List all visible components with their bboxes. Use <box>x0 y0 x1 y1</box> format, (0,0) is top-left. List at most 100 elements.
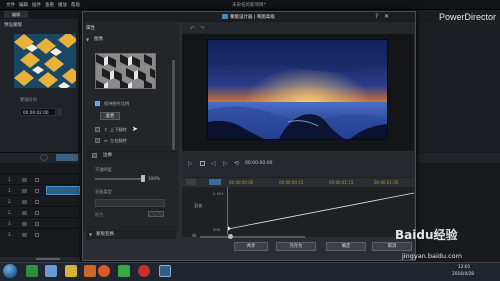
cancel-button[interactable]: 取消 <box>372 242 412 251</box>
ruler-tick-label: 00:00:01:15 <box>329 180 354 185</box>
feather-checkbox[interactable] <box>92 153 97 158</box>
video-track-icon[interactable] <box>22 178 27 182</box>
reset-button[interactable]: 重置 <box>100 112 120 120</box>
timecode-display[interactable]: 00:00:00:00 <box>245 161 272 166</box>
opacity-label: 不透明度 <box>95 167 112 172</box>
video-track-icon[interactable] <box>22 211 27 215</box>
menu-item-edit[interactable]: 编辑 <box>19 2 28 8</box>
redo-icon[interactable]: ↷ <box>200 25 205 32</box>
record-icon[interactable] <box>138 265 150 277</box>
feather-section[interactable] <box>86 150 176 160</box>
color-swatch[interactable] <box>148 211 164 217</box>
flip-horizontal-checkbox[interactable] <box>95 138 100 143</box>
keyframe-zoom-slider[interactable] <box>200 236 305 238</box>
track-row <box>0 207 80 218</box>
share-button[interactable]: 共享 <box>234 242 268 251</box>
mask-preset-thumbnail[interactable] <box>14 34 76 88</box>
chevron-down-icon[interactable]: ▼ <box>86 37 89 42</box>
menu-item-view[interactable]: 查看 <box>45 2 54 8</box>
keep-ratio-label: 保持图片比例 <box>104 101 130 106</box>
audio-track-icon[interactable] <box>22 189 27 193</box>
loop-icon[interactable]: ⟲ <box>234 160 239 167</box>
timeline-zoom-chip[interactable] <box>56 154 78 161</box>
folder-icon[interactable] <box>65 265 77 277</box>
library-label: 预设蒙版 <box>4 23 22 28</box>
lock-icon[interactable] <box>35 222 39 226</box>
timeline-panel-right <box>418 152 500 262</box>
app-icon-qq[interactable] <box>45 265 57 277</box>
start-button[interactable] <box>3 264 17 278</box>
undo-icon[interactable]: ↶ <box>190 25 195 32</box>
duration-field[interactable]: 00:00:02:00 <box>20 108 56 116</box>
keyframe-curve[interactable] <box>228 187 414 235</box>
next-frame-icon[interactable]: ▷ <box>223 160 228 167</box>
keyframe-playhead[interactable] <box>227 187 228 235</box>
mask-image-preview[interactable] <box>95 53 156 89</box>
menu-item-play[interactable]: 播放 <box>58 2 67 8</box>
track-number: 1. <box>8 177 12 182</box>
menu-item-plugins[interactable]: 插件 <box>32 2 41 8</box>
lock-icon[interactable] <box>35 189 39 193</box>
play-icon[interactable]: ▷ <box>188 160 193 167</box>
settings-scrollbar[interactable] <box>172 60 175 155</box>
clock-date: 2016/4/28 <box>452 272 475 277</box>
lock-icon[interactable] <box>35 200 39 204</box>
duration-stepper[interactable] <box>57 108 62 116</box>
track-row <box>0 174 80 185</box>
menu-item-file[interactable]: 文件 <box>6 2 15 8</box>
watermark-logo: Baidu经验 <box>395 228 458 242</box>
mask-designer-icon <box>222 14 228 19</box>
mouse-cursor-icon: ➤ <box>132 125 138 133</box>
keyframe-zoom-handle[interactable] <box>228 234 233 239</box>
close-button[interactable]: ✕ <box>384 13 389 20</box>
keyframe-zoom-button[interactable] <box>209 179 221 185</box>
ok-button[interactable]: 确定 <box>326 242 366 251</box>
snap-icon[interactable] <box>40 154 48 161</box>
chevron-down-icon[interactable]: ▼ <box>89 232 92 237</box>
flip-horizontal-label: 左右翻转 <box>110 138 127 143</box>
flip-vertical-icon: ⇕ <box>104 127 108 132</box>
main-preview-panel <box>418 22 500 152</box>
track-number: 3. <box>8 221 12 226</box>
media-player-icon[interactable] <box>118 265 130 277</box>
save-as-button[interactable]: 另存为 <box>276 242 316 251</box>
dialog-title: 蒙版设计器 | 和图高级 <box>230 15 275 20</box>
color-label: 颜色 <box>95 212 104 217</box>
video-track-icon[interactable] <box>22 233 27 237</box>
lock-icon[interactable] <box>35 233 39 237</box>
stop-icon[interactable] <box>200 161 205 166</box>
menu-item-help[interactable]: 帮助 <box>71 2 80 8</box>
audio-track-icon[interactable] <box>22 222 27 226</box>
flip-vertical-label: 上下翻转 <box>110 127 127 132</box>
help-button[interactable]: ? <box>375 13 378 20</box>
app-icon-explorer[interactable] <box>84 265 96 277</box>
previous-frame-icon[interactable]: ◁ <box>211 160 216 167</box>
image-section-header[interactable]: 图像 <box>94 36 103 42</box>
zoom-out-icon[interactable]: ⊖ <box>192 233 196 239</box>
flip-vertical-checkbox[interactable] <box>95 127 100 132</box>
feather-type-select[interactable] <box>95 199 165 207</box>
preview-toolbar <box>182 22 414 34</box>
tab-edit[interactable]: 编辑 <box>4 11 28 18</box>
timeline-ruler-right[interactable] <box>418 153 500 163</box>
lock-icon[interactable] <box>35 178 39 182</box>
lock-icon[interactable] <box>35 211 39 215</box>
keep-ratio-checkbox[interactable] <box>95 101 100 106</box>
opacity-slider[interactable] <box>95 178 143 180</box>
player-controls <box>182 151 414 177</box>
powerdirector-taskbar-icon[interactable] <box>159 265 171 277</box>
scrollbar-thumb[interactable] <box>36 258 60 260</box>
timeline-clip[interactable] <box>46 186 80 195</box>
preview-image[interactable] <box>207 39 388 140</box>
opacity-slider-handle[interactable] <box>141 175 145 182</box>
firefox-icon[interactable] <box>98 265 110 277</box>
feather-type-label: 羽化类型 <box>95 189 112 194</box>
app-icon-360[interactable] <box>26 265 38 277</box>
track-number: 1. <box>8 188 12 193</box>
keyframe-value-top: 0.001 <box>213 191 224 196</box>
flip-horizontal-icon: ⇔ <box>104 138 108 143</box>
fx-track-icon[interactable] <box>22 200 27 204</box>
track-row <box>0 196 80 207</box>
track-number: 2. <box>8 199 12 204</box>
keyframe-toggle-button[interactable] <box>186 179 196 185</box>
